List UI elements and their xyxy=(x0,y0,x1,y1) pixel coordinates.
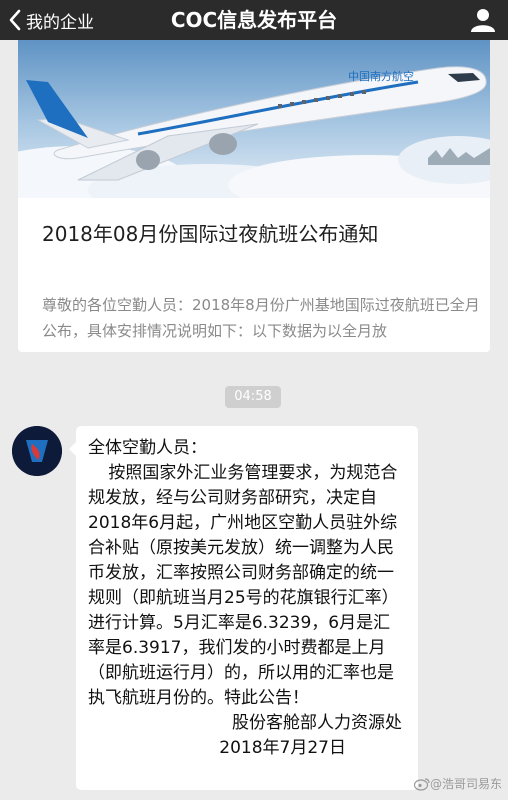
sender-avatar[interactable] xyxy=(12,426,62,476)
chevron-left-icon xyxy=(9,9,21,31)
article-summary: 尊敬的各位空勤人员：2018年8月份广州基地国际过夜航班已全月公布，具体安排情况… xyxy=(42,296,480,340)
navbar: 我的企业 COC信息发布平台 xyxy=(0,0,508,40)
article-card[interactable]: 中国南方航空 2018年08月份国际过夜航班公布通知 尊敬的各位空勤人员：201… xyxy=(18,40,490,352)
airline-logo-icon xyxy=(12,426,62,476)
message-timestamp: 04:58 xyxy=(225,386,281,408)
back-label: 我的企业 xyxy=(26,12,94,33)
article-title: 2018年08月份国际过夜航班公布通知 xyxy=(42,222,379,246)
message-bubble: 全体空勤人员： 按照国家外汇业务管理要求，为规范合规发放，经与公司财务部研究，决… xyxy=(69,426,418,790)
back-button[interactable]: 我的企业 xyxy=(8,0,94,40)
weibo-icon xyxy=(413,777,430,791)
message-signature: 股份客舱部人力资源处 xyxy=(232,713,402,733)
message-date: 2018年7月27日 xyxy=(219,738,346,758)
cover-image: 中国南方航空 xyxy=(18,40,490,198)
message-body: 按照国家外汇业务管理要求，为规范合规发放，经与公司财务部研究，决定自2018年6… xyxy=(88,463,399,708)
watermark: @浩哥司易东 xyxy=(413,775,502,792)
message-greeting: 全体空勤人员： xyxy=(88,438,207,458)
watermark-text: @浩哥司易东 xyxy=(429,777,502,791)
person-icon[interactable] xyxy=(470,8,496,32)
plane-livery-text: 中国南方航空 xyxy=(348,69,414,83)
